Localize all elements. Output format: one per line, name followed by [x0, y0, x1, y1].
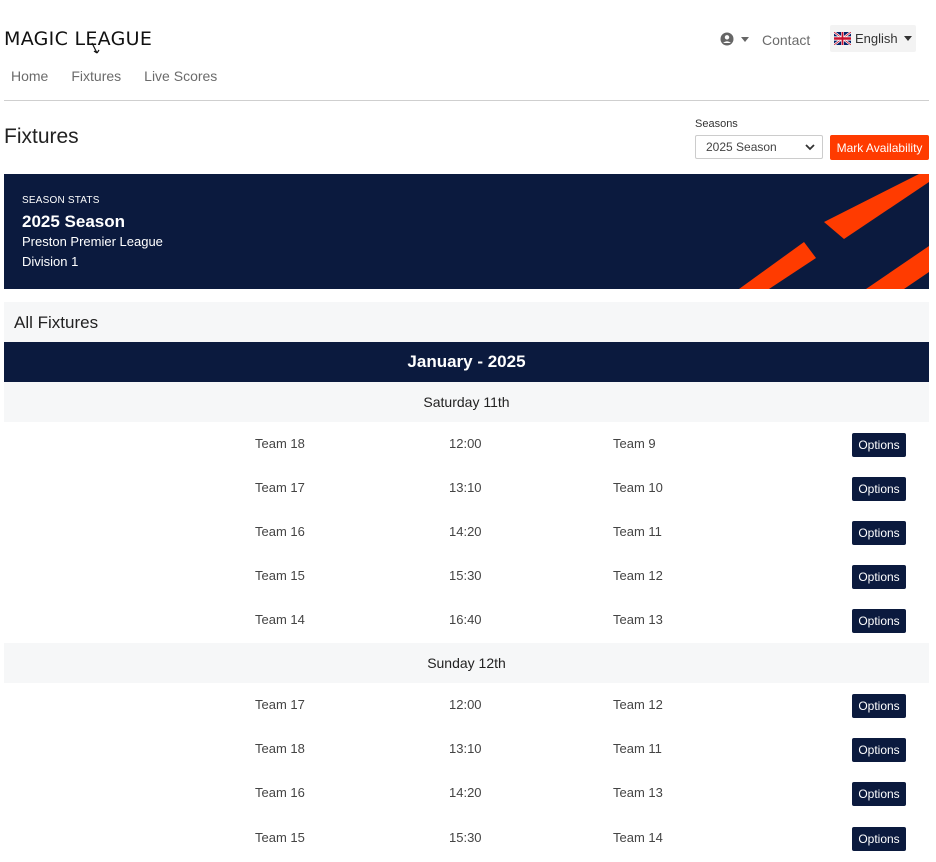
fixture-row: Team 17 13:10 Team 10 Options	[4, 466, 929, 510]
home-team: Team 14	[255, 612, 305, 627]
league-name: Preston Premier League	[22, 234, 163, 249]
season-select[interactable]: 2025 Season	[695, 135, 823, 159]
user-icon	[720, 32, 734, 46]
home-team: Team 18	[255, 741, 305, 756]
kickoff-time: 13:10	[449, 480, 482, 495]
away-team: Team 14	[613, 830, 663, 845]
kickoff-time: 14:20	[449, 785, 482, 800]
options-button[interactable]: Options	[852, 827, 906, 851]
kickoff-time: 12:00	[449, 436, 482, 451]
day-header: Saturday 11th	[4, 382, 929, 422]
mark-availability-button[interactable]: Mark Availability	[830, 135, 929, 160]
page-title: Fixtures	[4, 125, 79, 148]
home-team: Team 18	[255, 436, 305, 451]
away-team: Team 9	[613, 436, 656, 451]
banner-stripes-decoration	[739, 174, 929, 289]
uk-flag-icon	[834, 32, 851, 45]
chevron-down-icon	[805, 144, 815, 151]
away-team: Team 12	[613, 697, 663, 712]
day-header: Sunday 12th	[4, 643, 929, 683]
home-team: Team 16	[255, 785, 305, 800]
kickoff-time: 16:40	[449, 612, 482, 627]
chevron-down-icon	[741, 36, 749, 42]
logo[interactable]: MAGIC LEAGUE	[4, 28, 152, 50]
logo-arrow-icon	[91, 42, 100, 54]
home-team: Team 16	[255, 524, 305, 539]
kickoff-time: 15:30	[449, 830, 482, 845]
away-team: Team 10	[613, 480, 663, 495]
fixture-row: Team 16 14:20 Team 13 Options	[4, 771, 929, 815]
language-select[interactable]: English	[830, 25, 916, 52]
user-menu[interactable]	[720, 32, 749, 46]
options-button[interactable]: Options	[852, 782, 906, 806]
all-fixtures-header: All Fixtures	[4, 302, 929, 342]
options-button[interactable]: Options	[852, 521, 906, 545]
main-nav: Home Fixtures Live Scores	[11, 68, 217, 84]
season-stats-banner: SEASON STATS 2025 Season Preston Premier…	[4, 174, 929, 289]
kickoff-time: 14:20	[449, 524, 482, 539]
home-team: Team 17	[255, 697, 305, 712]
season-name: 2025 Season	[22, 212, 126, 231]
season-stats-label: SEASON STATS	[22, 195, 100, 206]
options-button[interactable]: Options	[852, 694, 906, 718]
header-divider	[4, 100, 929, 101]
fixture-row: Team 17 12:00 Team 12 Options	[4, 683, 929, 727]
language-label: English	[855, 31, 898, 46]
nav-fixtures[interactable]: Fixtures	[71, 68, 121, 84]
options-button[interactable]: Options	[852, 433, 906, 457]
nav-live-scores[interactable]: Live Scores	[144, 68, 217, 84]
fixture-row: Team 18 13:10 Team 11 Options	[4, 727, 929, 771]
fixture-row: Team 14 16:40 Team 13 Options	[4, 598, 929, 642]
home-team: Team 15	[255, 568, 305, 583]
fixture-row: Team 18 12:00 Team 9 Options	[4, 422, 929, 466]
home-team: Team 15	[255, 830, 305, 845]
kickoff-time: 12:00	[449, 697, 482, 712]
all-fixtures-title: All Fixtures	[14, 313, 99, 332]
options-button[interactable]: Options	[852, 609, 906, 633]
options-button[interactable]: Options	[852, 565, 906, 589]
away-team: Team 11	[613, 741, 662, 756]
nav-home[interactable]: Home	[11, 68, 48, 84]
kickoff-time: 15:30	[449, 568, 482, 583]
away-team: Team 13	[613, 612, 663, 627]
seasons-label: Seasons	[695, 118, 738, 130]
fixture-row: Team 15 15:30 Team 12 Options	[4, 554, 929, 598]
options-button[interactable]: Options	[852, 738, 906, 762]
contact-link[interactable]: Contact	[762, 32, 810, 48]
chevron-down-icon	[903, 36, 912, 41]
kickoff-time: 13:10	[449, 741, 482, 756]
home-team: Team 17	[255, 480, 305, 495]
away-team: Team 13	[613, 785, 663, 800]
options-button[interactable]: Options	[852, 477, 906, 501]
fixture-row: Team 16 14:20 Team 11 Options	[4, 510, 929, 554]
season-select-value: 2025 Season	[706, 140, 777, 154]
division-name: Division 1	[22, 254, 79, 269]
away-team: Team 12	[613, 568, 663, 583]
away-team: Team 11	[613, 524, 662, 539]
month-header: January - 2025	[4, 342, 929, 382]
fixture-row: Team 15 15:30 Team 14 Options	[4, 816, 929, 860]
